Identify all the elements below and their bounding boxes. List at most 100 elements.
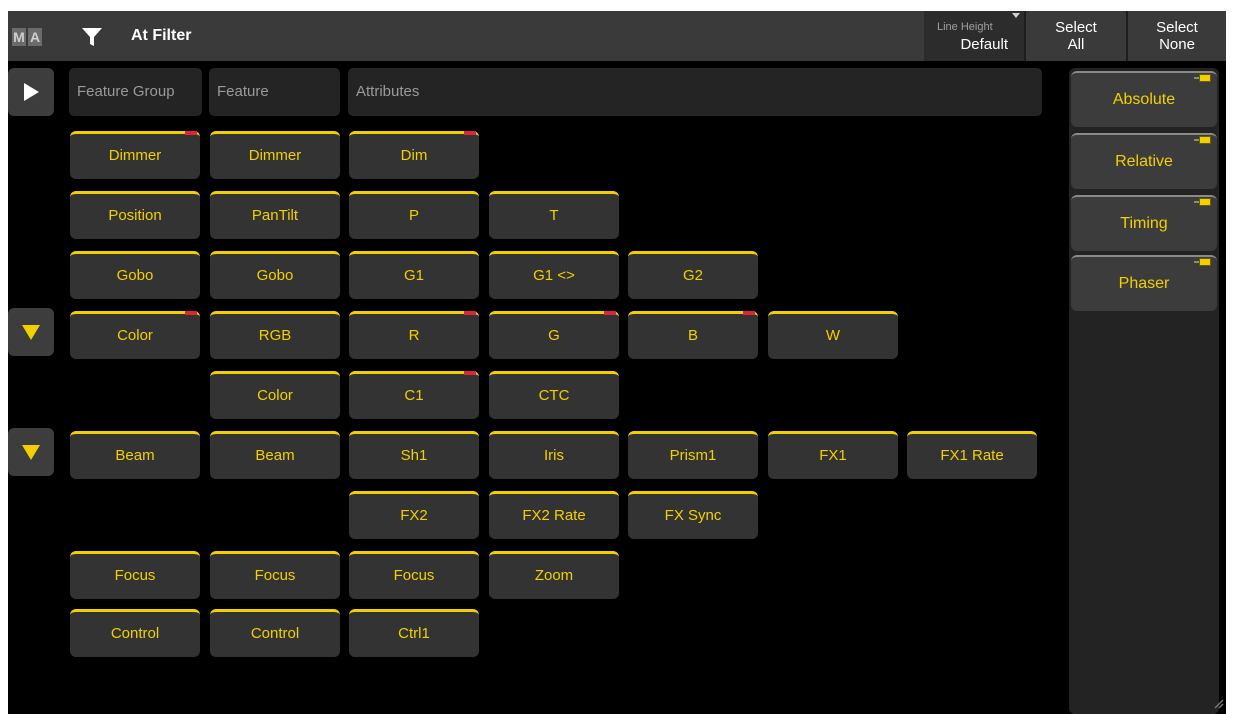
- button-label: RGB: [258, 327, 292, 344]
- attribute-p-button[interactable]: P: [349, 191, 479, 239]
- button-label: Relative: [1115, 153, 1173, 170]
- feature-group-color-button[interactable]: Color: [70, 311, 200, 359]
- play-icon: [24, 83, 39, 101]
- mode-phaser-button[interactable]: Phaser: [1071, 255, 1217, 311]
- feature-group-gobo-button[interactable]: Gobo: [70, 251, 200, 299]
- button-label: FX Sync: [664, 507, 722, 524]
- select-none-button[interactable]: Select None: [1128, 11, 1226, 61]
- toggle-indicator-icon: [1194, 136, 1211, 144]
- feature-dimmer-button[interactable]: Dimmer: [210, 131, 340, 179]
- attribute-r-button[interactable]: R: [349, 311, 479, 359]
- toggle-indicator-icon: [1194, 74, 1211, 82]
- button-label: FX1 Rate: [940, 447, 1004, 464]
- button-label: Ctrl1: [398, 625, 430, 642]
- attribute-fx-sync-button[interactable]: FX Sync: [628, 491, 758, 539]
- column-header-attributes: Attributes: [348, 68, 1042, 116]
- attribute-fx1-rate-button[interactable]: FX1 Rate: [907, 431, 1037, 479]
- attribute-fx1-button[interactable]: FX1: [768, 431, 898, 479]
- chevron-down-icon: [22, 325, 40, 340]
- line-height-value: Default: [960, 36, 1008, 53]
- active-flag: [604, 311, 616, 315]
- dropdown-arrow-icon: [1012, 13, 1020, 18]
- attribute-g1-rotate-button[interactable]: G1 <>: [489, 251, 619, 299]
- attribute-g2-button[interactable]: G2: [628, 251, 758, 299]
- button-label: Position: [108, 207, 162, 224]
- feature-group-beam-button[interactable]: Beam: [70, 431, 200, 479]
- attribute-g-button[interactable]: G: [489, 311, 619, 359]
- logo-letter-m: M: [12, 28, 26, 46]
- feature-group-position-button[interactable]: Position: [70, 191, 200, 239]
- button-label: Focus: [393, 567, 435, 584]
- button-label: W: [825, 327, 841, 344]
- at-filter-window: M A At Filter Line Height Default Select…: [8, 11, 1226, 714]
- mode-panel: Absolute Relative Timing Phaser: [1069, 68, 1219, 714]
- feature-gobo-button[interactable]: Gobo: [210, 251, 340, 299]
- select-all-button[interactable]: Select All: [1026, 11, 1126, 61]
- attribute-w-button[interactable]: W: [768, 311, 898, 359]
- button-label: Color: [117, 327, 153, 344]
- attribute-zoom-button[interactable]: Zoom: [489, 551, 619, 599]
- attribute-fx2-button[interactable]: FX2: [349, 491, 479, 539]
- attribute-fx2-rate-button[interactable]: FX2 Rate: [489, 491, 619, 539]
- mode-relative-button[interactable]: Relative: [1071, 133, 1217, 189]
- feature-group-dimmer-button[interactable]: Dimmer: [70, 131, 200, 179]
- button-label: Beam: [255, 447, 295, 464]
- attribute-dim-button[interactable]: Dim: [349, 131, 479, 179]
- feature-pantilt-button[interactable]: PanTilt: [210, 191, 340, 239]
- collapse-color-button[interactable]: [8, 308, 54, 356]
- button-label: FX1: [819, 447, 847, 464]
- attribute-sh1-button[interactable]: Sh1: [349, 431, 479, 479]
- button-label: Focus: [254, 567, 296, 584]
- button-label: Gobo: [256, 267, 294, 284]
- window-title: At Filter: [131, 27, 192, 44]
- mode-absolute-button[interactable]: Absolute: [1071, 71, 1217, 127]
- line-height-select[interactable]: Line Height Default: [924, 11, 1024, 61]
- feature-group-focus-button[interactable]: Focus: [70, 551, 200, 599]
- attribute-prism1-button[interactable]: Prism1: [628, 431, 758, 479]
- button-label: G1 <>: [533, 267, 575, 284]
- attribute-ctrl1-button[interactable]: Ctrl1: [349, 609, 479, 657]
- active-flag: [464, 131, 476, 135]
- button-label: FX2 Rate: [522, 507, 586, 524]
- active-flag: [743, 311, 755, 315]
- toggle-indicator-icon: [1194, 258, 1211, 266]
- button-label: Prism1: [669, 447, 717, 464]
- select-all-line1: Select: [1055, 19, 1097, 36]
- button-label: Absolute: [1112, 91, 1176, 108]
- resize-handle-icon[interactable]: [1212, 697, 1224, 709]
- feature-group-control-button[interactable]: Control: [70, 609, 200, 657]
- button-label: Focus: [114, 567, 156, 584]
- feature-rgb-button[interactable]: RGB: [210, 311, 340, 359]
- column-header-feature: Feature: [209, 68, 340, 116]
- feature-focus-button[interactable]: Focus: [210, 551, 340, 599]
- feature-control-button[interactable]: Control: [210, 609, 340, 657]
- mode-timing-button[interactable]: Timing: [1071, 195, 1217, 251]
- attribute-iris-button[interactable]: Iris: [489, 431, 619, 479]
- collapse-beam-button[interactable]: [8, 428, 54, 476]
- ma-logo[interactable]: M A: [12, 28, 42, 46]
- button-label: B: [687, 327, 698, 344]
- active-flag: [185, 131, 197, 135]
- feature-beam-button[interactable]: Beam: [210, 431, 340, 479]
- button-label: Control: [250, 625, 300, 642]
- expand-all-button[interactable]: [8, 68, 54, 116]
- button-label: Beam: [115, 447, 155, 464]
- attribute-focus-button[interactable]: Focus: [349, 551, 479, 599]
- button-label: P: [408, 207, 419, 224]
- attribute-b-button[interactable]: B: [628, 311, 758, 359]
- button-label: FX2: [400, 507, 428, 524]
- feature-color-button[interactable]: Color: [210, 371, 340, 419]
- attribute-ctc-button[interactable]: CTC: [489, 371, 619, 419]
- button-label: Dim: [400, 147, 428, 164]
- button-label: Dimmer: [248, 147, 302, 164]
- active-flag: [464, 371, 476, 375]
- button-label: G2: [682, 267, 703, 284]
- attribute-g1-button[interactable]: G1: [349, 251, 479, 299]
- button-label: Timing: [1120, 215, 1168, 232]
- button-label: Sh1: [400, 447, 428, 464]
- button-label: Iris: [544, 447, 564, 464]
- attribute-c1-button[interactable]: C1: [349, 371, 479, 419]
- button-label: Dimmer: [108, 147, 162, 164]
- attribute-t-button[interactable]: T: [489, 191, 619, 239]
- toggle-indicator-icon: [1194, 198, 1211, 206]
